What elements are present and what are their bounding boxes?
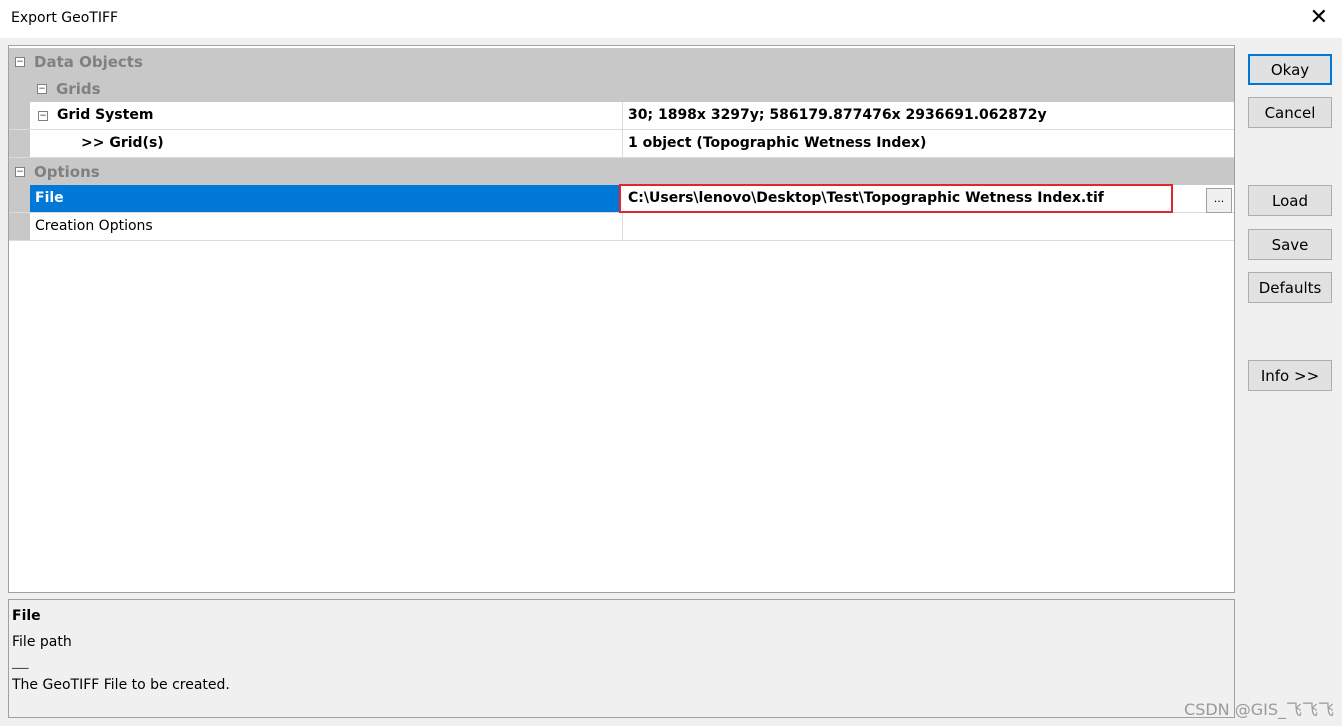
description-separator: ___ (12, 656, 29, 669)
watermark: CSDN @GIS_飞飞飞 (1184, 700, 1334, 719)
description-text: The GeoTIFF File to be created. (12, 677, 230, 693)
title-bar: Export GeoTIFF ✕ (0, 0, 1342, 38)
category-grids[interactable]: − Grids (9, 75, 1234, 102)
file-path-input[interactable]: C:\Users\lenovo\Desktop\Test\Topographic… (619, 184, 1173, 213)
close-icon[interactable]: ✕ (1310, 6, 1328, 30)
okay-button[interactable]: Okay (1248, 54, 1332, 85)
collapse-icon[interactable]: − (15, 57, 25, 67)
collapse-icon[interactable]: − (37, 84, 47, 94)
category-label: Options (34, 163, 100, 181)
description-heading: File (12, 608, 41, 624)
property-grid: − Data Objects − Grids − Grid System 30;… (8, 45, 1235, 593)
property-name: >> Grid(s) (81, 135, 164, 151)
file-path-value: C:\Users\lenovo\Desktop\Test\Topographic… (628, 190, 1104, 206)
property-row-creation-options[interactable]: Creation Options (9, 213, 1234, 241)
property-row-grids[interactable]: >> Grid(s) 1 object (Topographic Wetness… (9, 130, 1234, 158)
property-name: File (35, 190, 64, 206)
cancel-button[interactable]: Cancel (1248, 97, 1332, 128)
load-button[interactable]: Load (1248, 185, 1332, 216)
property-value: 30; 1898x 3297y; 586179.877476x 2936691.… (628, 107, 1047, 123)
save-button[interactable]: Save (1248, 229, 1332, 260)
category-options[interactable]: − Options (9, 158, 1234, 185)
description-subtitle: File path (12, 634, 72, 650)
property-name: Creation Options (35, 218, 153, 234)
description-panel: File File path ___ The GeoTIFF File to b… (8, 599, 1235, 718)
window-title: Export GeoTIFF (11, 10, 119, 26)
property-value: 1 object (Topographic Wetness Index) (628, 135, 927, 151)
collapse-icon[interactable]: − (15, 167, 25, 177)
category-label: Grids (56, 80, 101, 98)
category-data-objects[interactable]: − Data Objects (9, 48, 1234, 75)
collapse-icon[interactable]: − (38, 111, 48, 121)
browse-button[interactable]: ... (1206, 188, 1232, 213)
defaults-button[interactable]: Defaults (1248, 272, 1332, 303)
category-label: Data Objects (34, 53, 143, 71)
property-row-grid-system[interactable]: − Grid System 30; 1898x 3297y; 586179.87… (9, 102, 1234, 130)
property-name: Grid System (57, 107, 154, 123)
info-button[interactable]: Info >> (1248, 360, 1332, 391)
